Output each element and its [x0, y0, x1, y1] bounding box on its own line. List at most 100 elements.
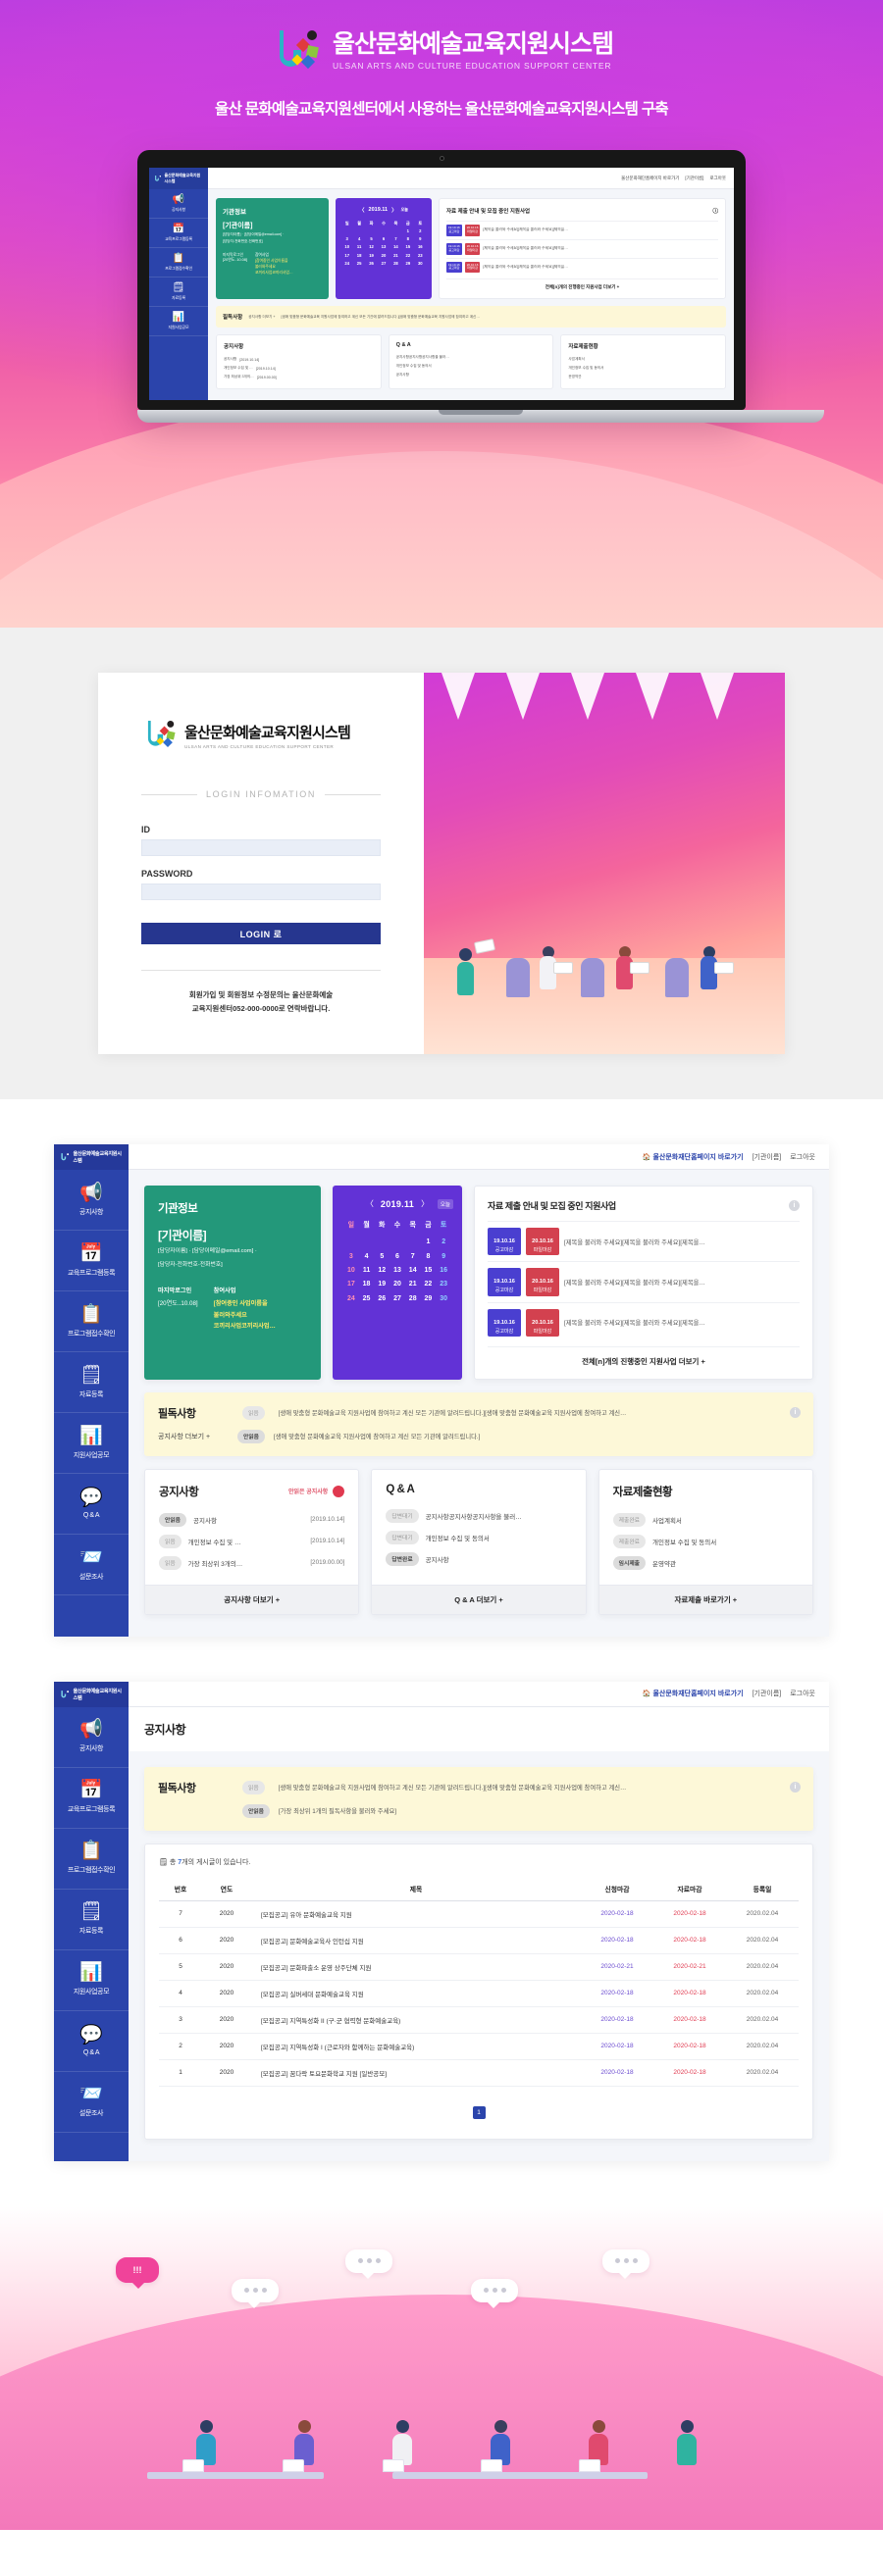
calendar-day[interactable]: 12 — [374, 1264, 390, 1278]
mini-day[interactable]: 24 — [341, 260, 352, 267]
mini-day[interactable]: 29 — [402, 260, 413, 267]
calendar-day[interactable]: 28 — [405, 1292, 421, 1306]
support-project-row[interactable]: 19.10.16 공고마감 20.10.16 파일마감 [제목을 불러와 주세요… — [488, 1301, 800, 1342]
sidebar-item-program-confirm[interactable]: 📋 프로그램접수확인 — [54, 1829, 129, 1890]
mini-day[interactable] — [341, 227, 352, 234]
notice-row[interactable]: 안읽음 공지사항 [2019.10.14] — [159, 1509, 344, 1531]
mini-project-row[interactable]: 19.10.16 공고마감 20.10.16 파일마감 [제목을 불러와 주세요][… — [446, 257, 718, 277]
mini-day[interactable] — [366, 227, 377, 234]
mini-project-row[interactable]: 19.10.16 공고마감 20.10.16 파일마감 [제목을 불러와 주세요][… — [446, 221, 718, 239]
qna-row[interactable]: 답변완료 공지사항 — [386, 1548, 571, 1570]
calendar-day[interactable]: 25 — [359, 1292, 375, 1306]
calendar-day[interactable] — [374, 1236, 390, 1249]
mini-day[interactable]: 8 — [402, 235, 413, 242]
sidebar-item-support-projects[interactable]: 📊 지원사업공모 — [54, 1950, 129, 2011]
mini-project-row[interactable]: 19.10.16 공고마감 20.10.16 파일마감 [제목을 불러와 주세요][… — [446, 238, 718, 258]
table-row[interactable]: 6 2020 [모집공고] 문화예술교육사 인턴십 지원 2020-02-18 … — [159, 1927, 799, 1954]
submission-row[interactable]: 제출완료 사업계획서 — [612, 1509, 799, 1531]
calendar-day[interactable]: 13 — [390, 1264, 405, 1278]
calendar-day[interactable]: 9 — [436, 1250, 451, 1264]
calendar-day[interactable] — [359, 1236, 375, 1249]
mini-day[interactable]: 14 — [390, 243, 401, 250]
mini-day[interactable]: 23 — [415, 252, 426, 259]
table-row[interactable]: 4 2020 [모집공고] 실버세대 문화예술교육 지원 2020-02-18 … — [159, 1980, 799, 2007]
calendar-day[interactable]: 14 — [405, 1264, 421, 1278]
mini-notice-row[interactable]: 가장 최상위 3개의… [2019.00.00] — [224, 373, 374, 381]
sidebar-item-notices[interactable]: 📢 공지사항 — [54, 1707, 129, 1768]
calendar-day[interactable]: 11 — [359, 1264, 375, 1278]
calendar-today-button[interactable]: 오늘 — [437, 1199, 453, 1209]
calendar-day[interactable]: 16 — [436, 1264, 451, 1278]
notice-row[interactable]: 읽음 개인정보 수집 및 … [2019.10.14] — [159, 1531, 344, 1552]
support-project-row[interactable]: 19.10.16 공고마감 20.10.16 파일마감 [제목을 불러와 주세요… — [488, 1261, 800, 1301]
sidebar-item-data-register[interactable]: 🗒 자료등록 — [54, 1352, 129, 1413]
submission-row[interactable]: 제출완료 개인정보 수집 및 동의서 — [612, 1531, 799, 1552]
calendar-day[interactable]: 19 — [374, 1278, 390, 1291]
submission-more-button[interactable]: 자료제출 바로가기 + — [598, 1584, 812, 1614]
mini-day[interactable]: 15 — [402, 243, 413, 250]
table-row[interactable]: 2 2020 [모집공고] 지역특성화 I (근로자와 함께하는 문화예술교육)… — [159, 2033, 799, 2060]
calendar-day[interactable]: 17 — [343, 1278, 359, 1291]
mini-nav-item-2[interactable]: 📋 프로그램접수확인 — [149, 248, 208, 278]
calendar-day[interactable]: 30 — [436, 1292, 451, 1306]
home-link[interactable]: 🏠 울산문화재단홈페이지 바로가기 — [643, 1152, 744, 1162]
mini-must-more[interactable]: 공지사항 더보기 + — [248, 315, 275, 320]
mini-day[interactable]: 12 — [366, 243, 377, 250]
mini-qna-row[interactable]: 공지사항공지사항공지사항을 불러… — [396, 353, 546, 362]
mini-cal-next[interactable]: 〉 — [391, 206, 397, 214]
mini-day[interactable]: 9 — [415, 235, 426, 242]
calendar-day[interactable] — [405, 1236, 421, 1249]
mini-submit-row[interactable]: 사업계획서 — [568, 355, 718, 364]
sidebar-item-support-projects[interactable]: 📊 지원사업공모 — [54, 1413, 129, 1474]
login-button[interactable]: LOGIN 로 — [141, 923, 381, 944]
mini-submit-row[interactable]: 운영약관 — [568, 373, 718, 381]
calendar-day[interactable]: 8 — [421, 1250, 437, 1264]
info-icon[interactable]: i — [790, 1406, 801, 1418]
sidebar-item-data-register[interactable]: 🗒 자료등록 — [54, 1890, 129, 1950]
mini-day[interactable]: 4 — [353, 235, 364, 242]
mini-submit-row[interactable]: 개인정보 수집 및 동의서 — [568, 364, 718, 373]
logout-button[interactable]: 로그아웃 — [790, 1689, 815, 1698]
qna-more-button[interactable]: Q & A 더보기 + — [372, 1584, 586, 1614]
sidebar-item-qna[interactable]: 💬 Q & A — [54, 2011, 129, 2072]
logout-button[interactable]: 로그아웃 — [790, 1152, 815, 1162]
calendar-day[interactable]: 7 — [405, 1250, 421, 1264]
qna-row[interactable]: 답변대기 개인정보 수집 및 동의서 — [386, 1527, 571, 1548]
notice-more-button[interactable]: 공지사항 더보기 + — [145, 1584, 359, 1614]
info-icon[interactable]: i — [790, 1781, 801, 1793]
mini-day[interactable]: 26 — [366, 260, 377, 267]
calendar-day[interactable]: 18 — [359, 1278, 375, 1291]
calendar-day[interactable]: 1 — [421, 1236, 437, 1249]
calendar-day[interactable] — [390, 1236, 405, 1249]
mini-day[interactable]: 20 — [378, 252, 389, 259]
mini-day[interactable]: 1 — [402, 227, 413, 234]
support-projects-more-link[interactable]: 전체[n]개의 진행중인 지원사업 더보기 + — [488, 1345, 800, 1370]
sidebar-logo[interactable]: 울산문화예술교육지원시스템 — [54, 1144, 129, 1170]
mini-day[interactable]: 17 — [341, 252, 352, 259]
sidebar-item-program-register[interactable]: 📅 교육프로그램등록 — [54, 1768, 129, 1829]
calendar-day[interactable]: 24 — [343, 1292, 359, 1306]
mini-nav-item-4[interactable]: 📊 지원사업공모 — [149, 307, 208, 336]
page-button-1[interactable]: 1 — [472, 2105, 486, 2119]
table-row[interactable]: 7 2020 [모집공고] 유아 문화예술교육 지원 2020-02-18 20… — [159, 1900, 799, 1928]
sidebar-item-program-confirm[interactable]: 📋 프로그램접수확인 — [54, 1291, 129, 1352]
mini-day[interactable]: 28 — [390, 260, 401, 267]
qna-row[interactable]: 답변대기 공지사항공지사항공지사항을 불러… — [386, 1505, 571, 1527]
calendar-day[interactable]: 20 — [390, 1278, 405, 1291]
mini-notice-row[interactable]: 공지사항 [2019.10.14] — [224, 355, 374, 364]
sidebar-logo[interactable]: 울산문화예술교육지원시스템 — [54, 1681, 129, 1707]
mini-notice-row[interactable]: 개인정보 수집 및 … [2019.10.14] — [224, 364, 374, 373]
mini-qna-row[interactable]: 개인정보 수집 및 동의서 — [396, 362, 546, 371]
calendar-day[interactable]: 4 — [359, 1250, 375, 1264]
mini-day[interactable]: 3 — [341, 235, 352, 242]
mini-day[interactable]: 22 — [402, 252, 413, 259]
sidebar-item-qna[interactable]: 💬 Q & A — [54, 1474, 129, 1535]
home-link[interactable]: 🏠 울산문화재단홈페이지 바로가기 — [643, 1689, 744, 1698]
mini-day[interactable] — [378, 227, 389, 234]
mini-nav-item-1[interactable]: 📅 교육프로그램등록 — [149, 219, 208, 248]
table-row[interactable]: 1 2020 [모집공고] 꿈다락 토요문화학교 지원 [일반공모] 2020-… — [159, 2059, 799, 2087]
mini-nav-item-3[interactable]: 🗒 자료등록 — [149, 278, 208, 307]
mini-day[interactable]: 2 — [415, 227, 426, 234]
mini-day[interactable]: 25 — [353, 260, 364, 267]
sidebar-item-program-register[interactable]: 📅 교육프로그램등록 — [54, 1231, 129, 1291]
